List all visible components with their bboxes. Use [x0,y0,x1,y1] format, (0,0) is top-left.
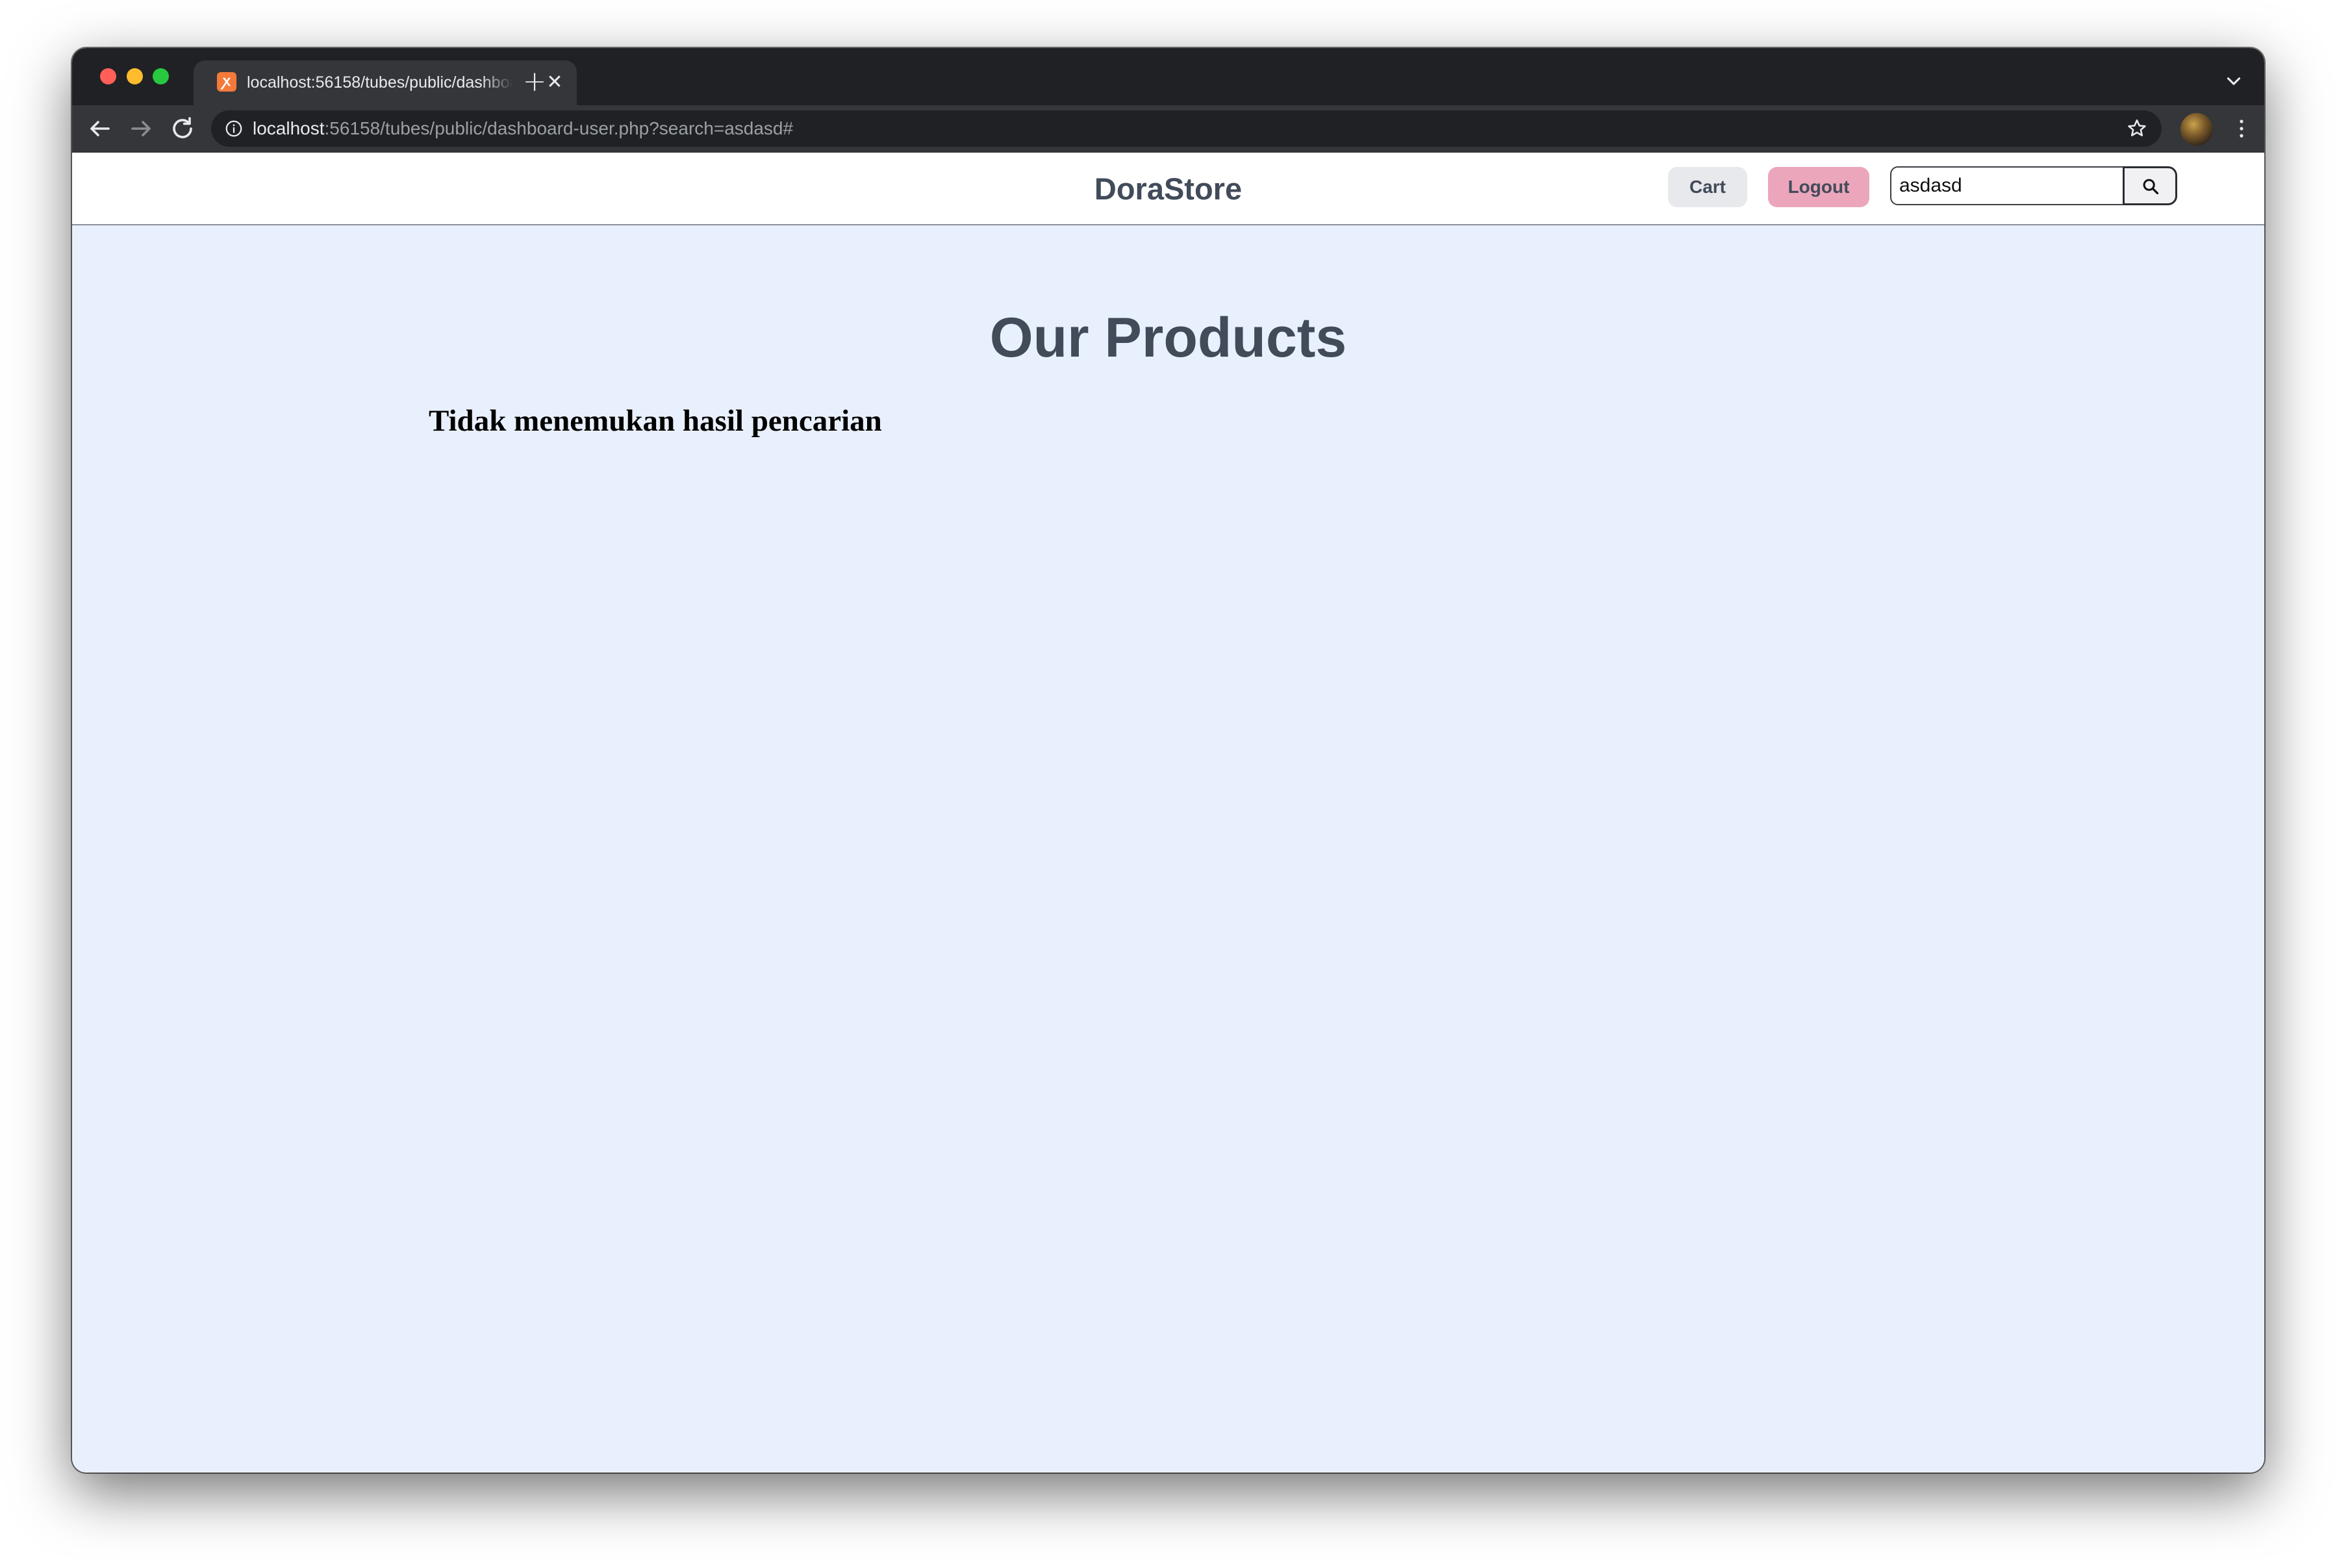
forward-arrow-icon[interactable] [126,113,157,144]
tab-search-chevron-icon[interactable] [2223,70,2245,92]
reload-icon[interactable] [167,113,198,144]
new-tab-icon[interactable]: + [520,68,549,97]
back-arrow-icon[interactable] [84,113,115,144]
tab-strip: ꭗ localhost:56158/tubes/public/dashboard… [72,48,2264,105]
url-host: localhost [253,118,325,138]
cart-button[interactable]: Cart [1668,167,1747,207]
address-bar[interactable]: localhost:56158/tubes/public/dashboard-u… [211,110,2162,147]
page-title: Our Products [989,307,1347,369]
search-input[interactable] [1890,166,2124,205]
close-window-button[interactable] [100,68,116,84]
minimize-window-button[interactable] [127,68,143,84]
xampp-favicon-icon: ꭗ [217,72,236,92]
bookmark-star-icon[interactable] [2125,117,2149,140]
magnifier-icon [2143,179,2159,195]
zoom-window-button[interactable] [153,68,169,84]
browser-toolbar: localhost:56158/tubes/public/dashboard-u… [72,105,2264,153]
empty-results-message: Tidak menemukan hasil pencarian [429,404,882,438]
browser-window: ꭗ localhost:56158/tubes/public/dashboard… [72,48,2264,1473]
web-page: DoraStore Cart Logout Our Products Tidak… [72,153,2264,1473]
url-path: :56158/tubes/public/dashboard-user.php?s… [324,118,794,138]
search-button[interactable] [2123,166,2177,205]
browser-tab-active[interactable]: ꭗ localhost:56158/tubes/public/dashboard… [194,60,577,105]
site-info-icon[interactable] [224,119,244,138]
profile-avatar[interactable] [2180,113,2213,145]
logout-button[interactable]: Logout [1768,167,1869,207]
url-text[interactable]: localhost:56158/tubes/public/dashboard-u… [253,117,793,140]
screenshot-stage: ꭗ localhost:56158/tubes/public/dashboard… [0,0,2337,1568]
tab-title: localhost:56158/tubes/public/dashboard-u… [247,73,513,92]
kebab-menu-icon[interactable] [2229,114,2255,143]
site-header: DoraStore Cart Logout [72,153,2264,225]
